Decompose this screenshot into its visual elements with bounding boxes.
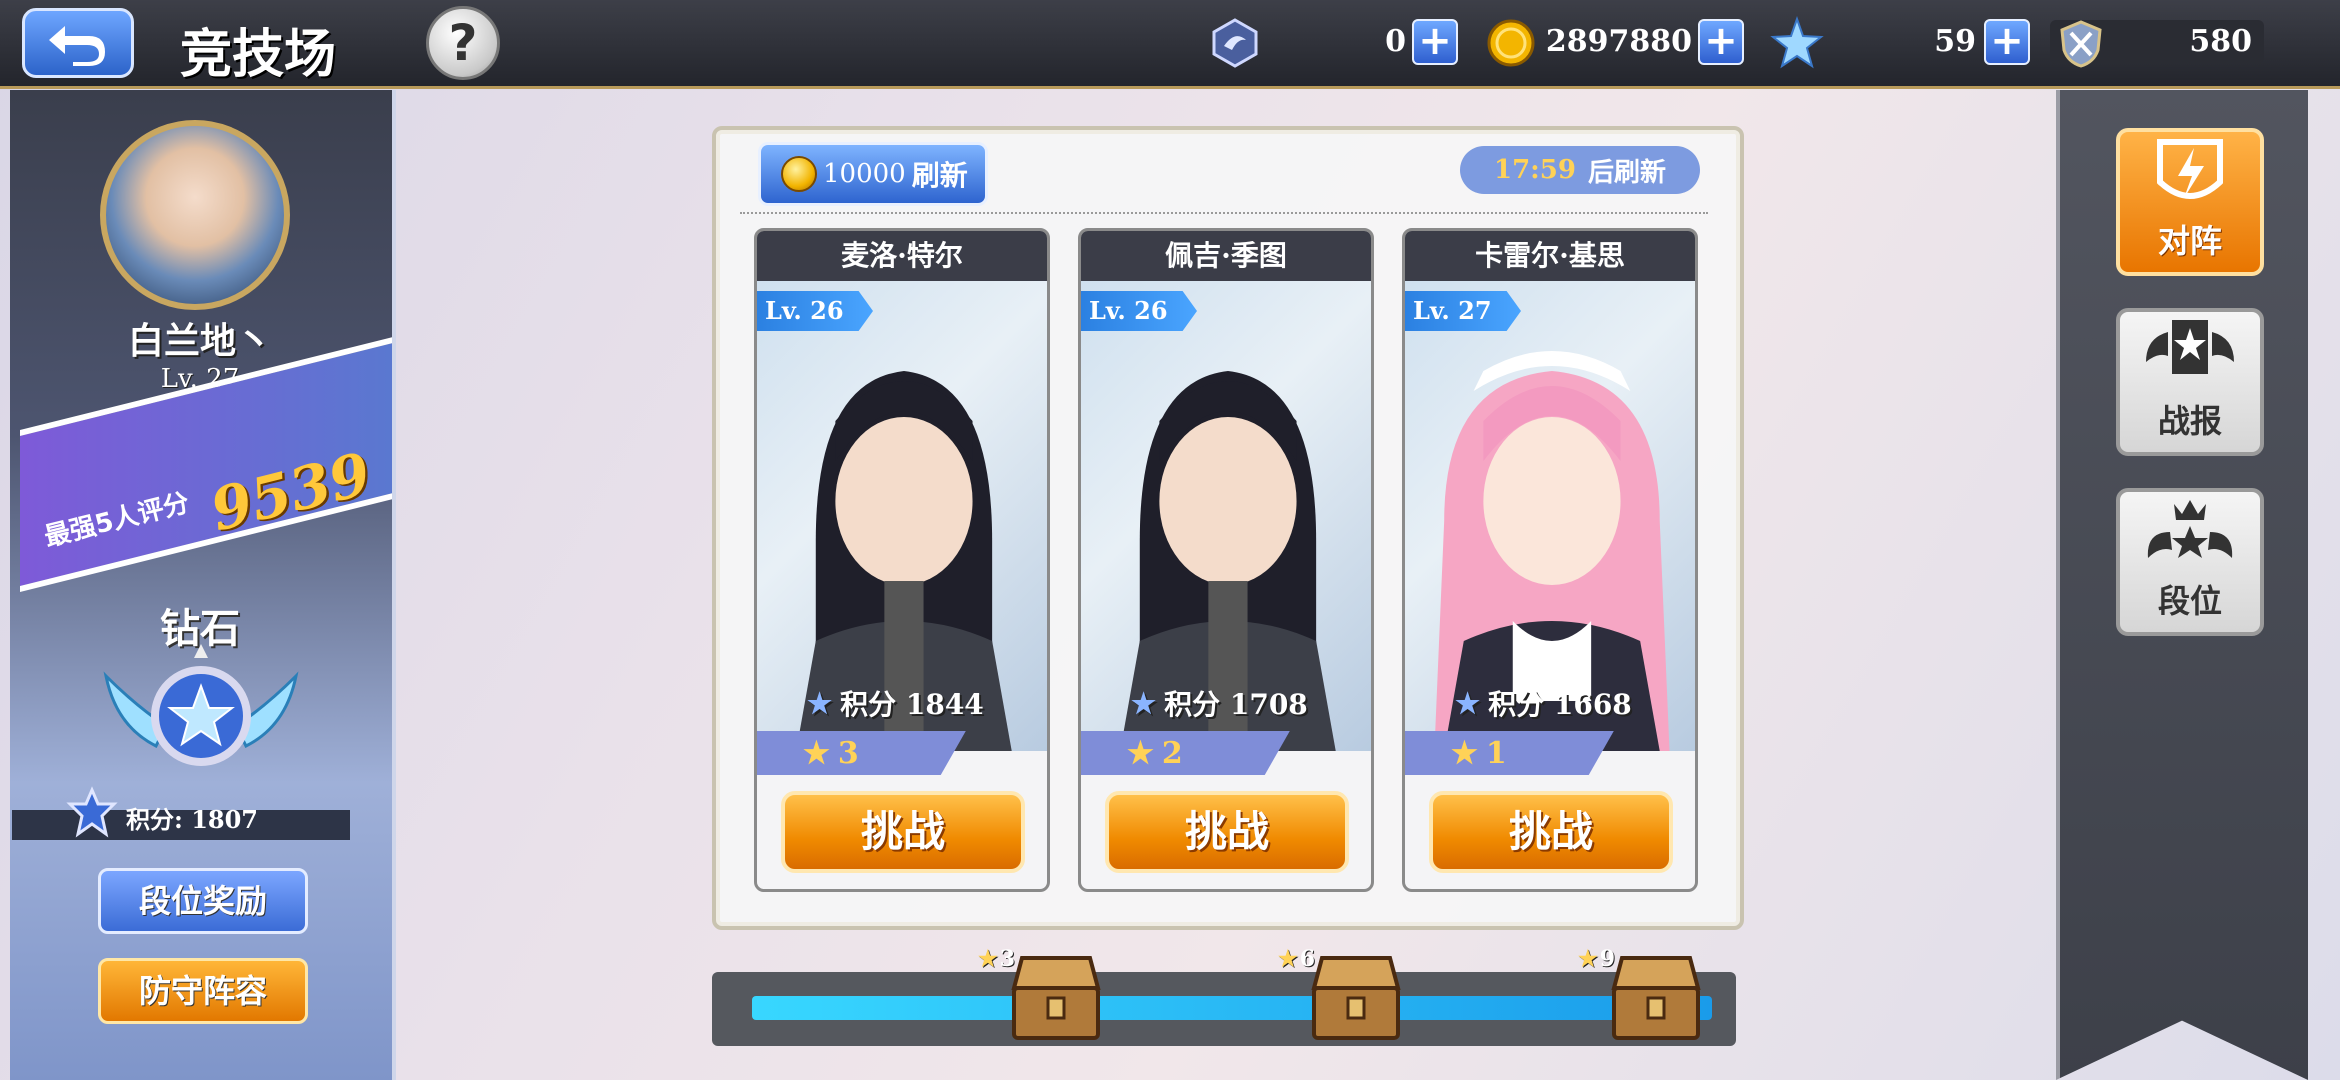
player-name: 白兰地丶 [127, 320, 272, 362]
opponent-card: 佩吉·季图 Lv. 26 ★ 积分 1708 ★ 2 挑战 [1078, 228, 1374, 892]
star-icon: ★ [1578, 946, 1598, 972]
rank-badge-icon: ★ [807, 686, 833, 720]
refresh-button[interactable]: 10000 刷新 [758, 142, 988, 206]
opponent-star-count: 2 [1161, 735, 1183, 771]
star-icon: ★ [1278, 946, 1298, 972]
opponent-score: 积分 1844 [840, 688, 984, 721]
divider [740, 212, 1708, 214]
opponent-level: Lv. 26 [1081, 291, 1197, 331]
challenge-button[interactable]: 挑战 [1429, 791, 1673, 873]
opponent-stars: ★ 2 [1081, 731, 1290, 775]
opponent-card: 麦洛·特尔 Lv. 26 ★ 积分 1844 ★ 3 挑战 [754, 228, 1050, 892]
winged-report-icon [2146, 320, 2234, 374]
crown-wings-icon [2147, 500, 2233, 558]
lightning-shield-icon [2157, 139, 2223, 199]
battle-report-button[interactable]: 战报 [2116, 308, 2264, 456]
rank-badge-icon: ★ [1131, 686, 1157, 720]
star-icon: ★ [1127, 735, 1154, 771]
rank-badge-icon [66, 786, 118, 838]
battle-report-label: 战报 [2157, 402, 2222, 440]
rank-position-button[interactable]: 段位 [2116, 488, 2264, 636]
opponent-score-row: ★ 积分 1708 [1081, 681, 1371, 725]
challenge-button[interactable]: 挑战 [781, 791, 1025, 873]
star-progress-fill [752, 996, 1712, 1020]
rank-position-label: 段位 [2157, 582, 2222, 620]
opponent-name: 佩吉·季图 [1081, 231, 1371, 281]
player-score: 积分: 1807 [126, 805, 259, 834]
page-title: 竞技场 [180, 24, 337, 85]
treasure-chest-icon[interactable] [1304, 948, 1408, 1044]
opponent-stars: ★ 3 [757, 731, 966, 775]
refresh-timer: 17:59 后刷新 [1460, 146, 1700, 194]
opponent-level: Lv. 26 [757, 291, 873, 331]
opponent-star-count: 3 [837, 735, 859, 771]
defense-lineup-button[interactable]: 防守阵容 [98, 958, 308, 1024]
star-crystal-icon [1770, 16, 1824, 69]
rank-badge-icon: ★ [1455, 686, 1481, 720]
add-star-button[interactable]: + [1984, 19, 2030, 65]
star-icon: ★ [803, 735, 830, 771]
gold-coin-icon [1487, 19, 1535, 67]
challenge-button[interactable]: 挑战 [1105, 791, 1349, 873]
opponent-score-row: ★ 积分 1844 [757, 681, 1047, 725]
timer-time: 17:59 [1494, 155, 1576, 185]
opponent-score-row: ★ 积分 1668 [1405, 681, 1695, 725]
refresh-cost: 10000 [823, 159, 906, 189]
opponent-level: Lv. 27 [1405, 291, 1521, 331]
player-avatar[interactable] [100, 120, 290, 310]
back-button[interactable] [22, 8, 134, 78]
gem-value: 0 [1385, 24, 1406, 59]
treasure-chest-icon[interactable] [1004, 948, 1108, 1044]
crossed-swords-shield-icon [2060, 20, 2102, 68]
crystal-icon [1212, 18, 1258, 68]
star-icon: ★ [1451, 735, 1478, 771]
formation-label: 对阵 [2157, 222, 2222, 260]
opponent-score: 积分 1668 [1488, 688, 1632, 721]
gold-value: 2897880 [1545, 24, 1692, 59]
gold-coin-icon [781, 156, 817, 192]
diamond-rank-emblem-icon [103, 644, 299, 766]
treasure-chest-icon[interactable] [1604, 948, 1708, 1044]
opponent-score: 积分 1708 [1164, 688, 1308, 721]
opponent-name: 卡雷尔·基思 [1405, 231, 1695, 281]
opponent-card: 卡雷尔·基思 Lv. 27 ★ 积分 1668 ★ 1 挑战 [1402, 228, 1698, 892]
timer-label: 后刷新 [1587, 157, 1666, 188]
opponent-name: 麦洛·特尔 [757, 231, 1047, 281]
formation-button[interactable]: 对阵 [2116, 128, 2264, 276]
opponent-star-count: 1 [1485, 735, 1507, 771]
star-value: 59 [1934, 24, 1976, 59]
star-icon: ★ [978, 946, 998, 972]
add-gem-button[interactable]: + [1412, 19, 1458, 65]
refresh-label: 刷新 [911, 159, 968, 192]
rank-reward-button[interactable]: 段位奖励 [98, 868, 308, 934]
back-arrow-icon [49, 26, 105, 66]
add-gold-button[interactable]: + [1698, 19, 1744, 65]
opponent-stars: ★ 1 [1405, 731, 1614, 775]
help-button[interactable]: ? [426, 6, 500, 80]
honor-value: 580 [2189, 24, 2252, 59]
